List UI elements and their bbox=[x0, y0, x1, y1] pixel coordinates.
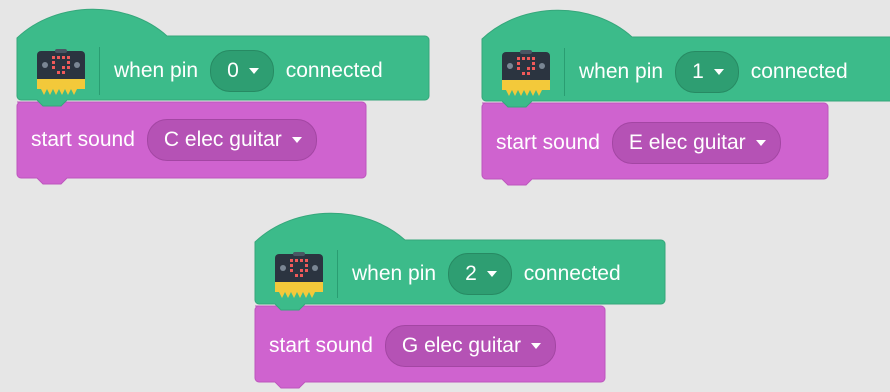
script-pin-1[interactable]: when pin 1 connected start sound E elec … bbox=[481, 9, 890, 189]
sound-dropdown[interactable]: G elec guitar bbox=[384, 325, 556, 367]
chevron-down-icon bbox=[530, 343, 541, 349]
pin-value: 1 bbox=[692, 60, 704, 83]
pin-value: 2 bbox=[465, 262, 477, 285]
when-pin-label: when pin bbox=[352, 262, 437, 285]
start-sound-label: start sound bbox=[31, 128, 135, 151]
microbit-icon bbox=[37, 49, 85, 95]
pin-dropdown[interactable]: 1 bbox=[675, 51, 739, 93]
sound-value: E elec guitar bbox=[628, 131, 746, 154]
sound-value: C elec guitar bbox=[163, 128, 282, 151]
chevron-down-icon bbox=[713, 69, 724, 75]
script-pin-0[interactable]: when pin 0 connected start sound C elec … bbox=[16, 8, 430, 188]
pin-dropdown[interactable]: 2 bbox=[448, 253, 512, 295]
chevron-down-icon bbox=[755, 140, 766, 146]
chevron-down-icon bbox=[291, 137, 302, 143]
microbit-icon bbox=[275, 252, 323, 298]
start-sound-label: start sound bbox=[496, 131, 600, 154]
when-pin-connected-block[interactable]: when pin 1 connected bbox=[482, 43, 848, 101]
start-sound-label: start sound bbox=[269, 334, 373, 357]
connected-label: connected bbox=[523, 262, 621, 285]
sound-dropdown[interactable]: E elec guitar bbox=[611, 122, 781, 164]
pin-value: 0 bbox=[227, 59, 239, 82]
block-divider bbox=[99, 47, 100, 95]
when-pin-label: when pin bbox=[579, 60, 664, 83]
start-sound-block[interactable]: start sound E elec guitar bbox=[482, 113, 781, 173]
sound-value: G elec guitar bbox=[401, 334, 521, 357]
when-pin-label: when pin bbox=[114, 59, 199, 82]
block-divider bbox=[564, 48, 565, 96]
when-pin-connected-block[interactable]: when pin 2 connected bbox=[255, 245, 621, 303]
microbit-icon bbox=[502, 50, 550, 96]
connected-label: connected bbox=[285, 59, 383, 82]
script-pin-2[interactable]: when pin 2 connected start sound G elec … bbox=[254, 212, 667, 389]
connected-label: connected bbox=[750, 60, 848, 83]
start-sound-block[interactable]: start sound G elec guitar bbox=[255, 316, 556, 376]
chevron-down-icon bbox=[486, 271, 497, 277]
chevron-down-icon bbox=[248, 68, 259, 74]
sound-dropdown[interactable]: C elec guitar bbox=[146, 119, 317, 161]
pin-dropdown[interactable]: 0 bbox=[210, 50, 274, 92]
when-pin-connected-block[interactable]: when pin 0 connected bbox=[17, 42, 383, 100]
start-sound-block[interactable]: start sound C elec guitar bbox=[17, 110, 317, 170]
block-divider bbox=[337, 250, 338, 298]
